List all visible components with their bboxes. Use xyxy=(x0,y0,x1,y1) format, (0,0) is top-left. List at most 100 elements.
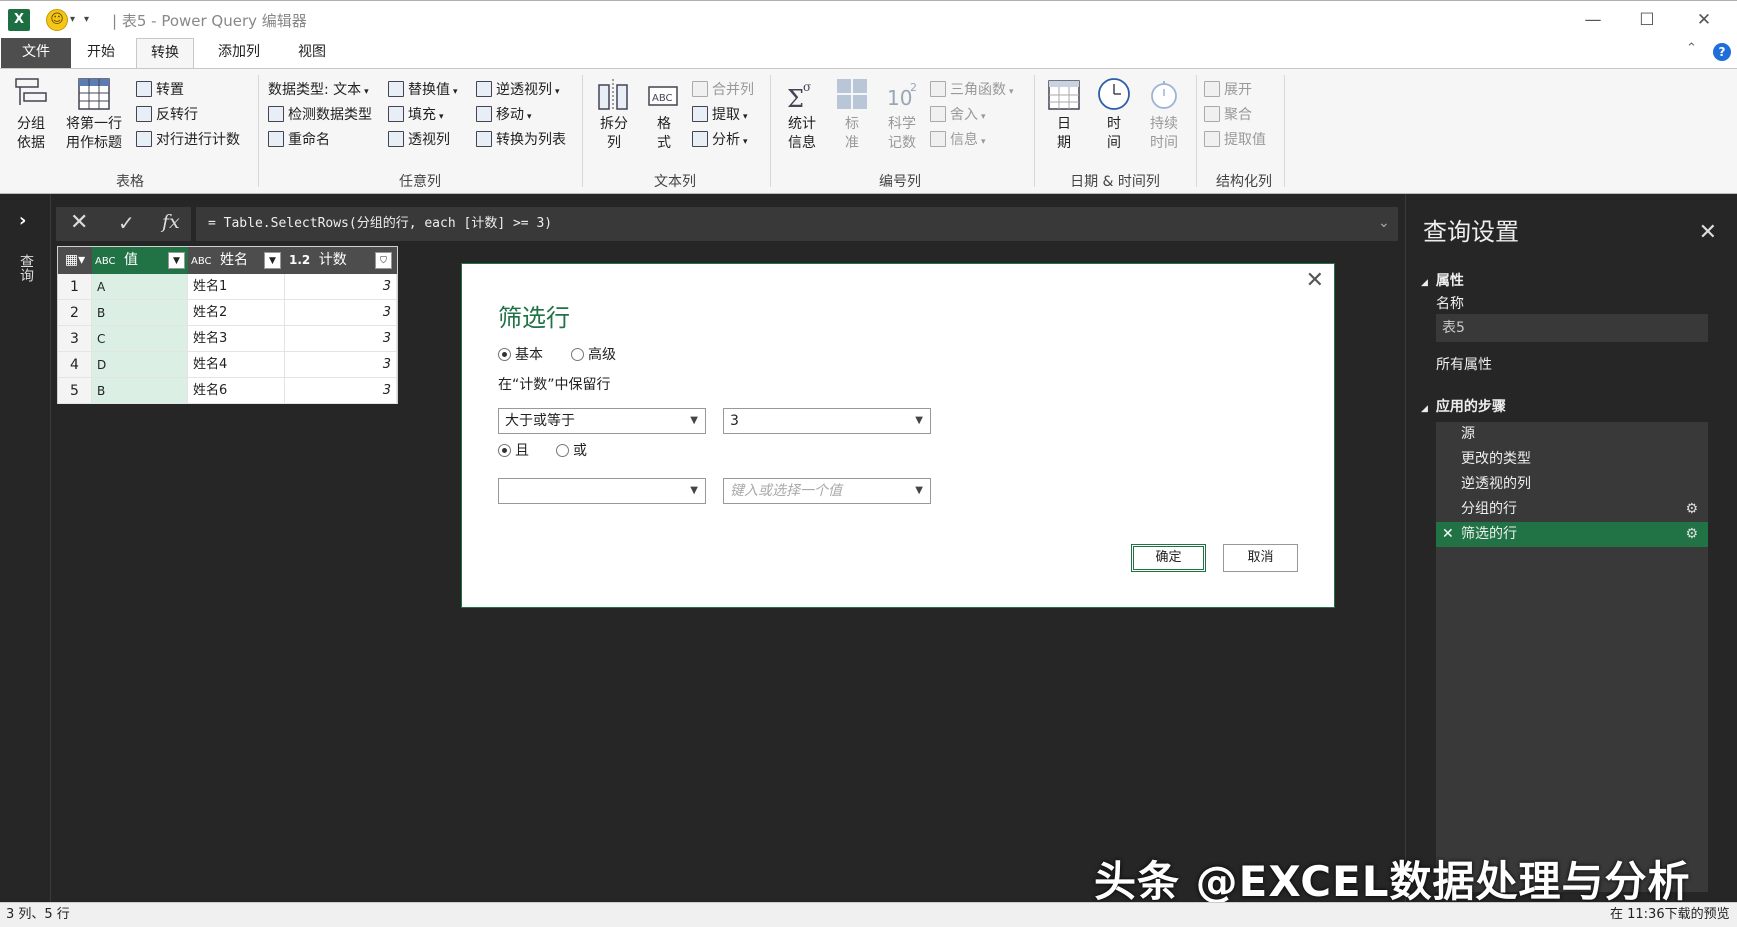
collapse-triangle-icon[interactable]: ◢ xyxy=(1421,404,1428,414)
cell-count[interactable]: 3 xyxy=(285,300,397,326)
fill-button[interactable]: 填充 ▾ xyxy=(388,104,444,124)
table-menu-icon[interactable]: ▦▾ xyxy=(58,247,92,274)
filter-active-icon[interactable]: ⛉ xyxy=(375,252,392,269)
cell-name[interactable]: 姓名3 xyxy=(188,326,285,352)
cell-count[interactable]: 3 xyxy=(285,352,397,378)
basic-radio[interactable]: 基本 xyxy=(498,344,543,364)
duration-button[interactable]: 持续 时间 xyxy=(1142,77,1186,153)
value-dropdown-2[interactable]: 键入或选择一个值 ▼ xyxy=(723,478,931,504)
feedback-dropdown-icon[interactable]: ▾ xyxy=(70,14,75,25)
cell-name[interactable]: 姓名6 xyxy=(188,378,285,404)
split-column-button[interactable]: 拆分 列 xyxy=(592,77,636,153)
data-type-dropdown[interactable]: 数据类型: 文本 ▾ xyxy=(268,79,369,99)
collapse-triangle-icon[interactable]: ◢ xyxy=(1421,278,1428,288)
table-row[interactable]: 5 B 姓名6 3 xyxy=(58,378,397,404)
tab-view[interactable]: 视图 xyxy=(284,38,340,68)
info-button[interactable]: 信息 ▾ xyxy=(930,129,986,149)
extract-values-button[interactable]: 提取值 xyxy=(1204,129,1266,149)
date-button[interactable]: 日 期 xyxy=(1044,77,1084,153)
operator-dropdown-1[interactable]: 大于或等于 ▼ xyxy=(498,408,706,434)
row-number[interactable]: 2 xyxy=(58,300,92,326)
column-header-value[interactable]: ABC 值 ▼ xyxy=(92,247,188,274)
pivot-column-button[interactable]: 透视列 xyxy=(388,129,450,149)
confirm-formula-icon[interactable]: ✓ xyxy=(118,211,135,235)
expand-button[interactable]: 展开 xyxy=(1204,79,1252,99)
query-name-input[interactable]: 表5 xyxy=(1436,314,1708,342)
tab-home[interactable]: 开始 xyxy=(73,38,129,68)
radio-selected-icon[interactable] xyxy=(498,348,511,361)
format-button[interactable]: ABC 格 式 xyxy=(644,77,684,153)
filter-dropdown-icon[interactable]: ▼ xyxy=(264,252,281,269)
table-row[interactable]: 3 C 姓名3 3 xyxy=(58,326,397,352)
decimal-type-icon[interactable]: 1.2 xyxy=(285,253,310,267)
advanced-radio[interactable]: 高级 xyxy=(571,344,616,364)
cancel-formula-icon[interactable]: ✕ xyxy=(70,210,88,235)
cell-value[interactable]: B xyxy=(92,300,188,326)
column-header-count[interactable]: 1.2 计数 ⛉ xyxy=(285,247,397,274)
move-button[interactable]: 移动 ▾ xyxy=(476,104,532,124)
extract-button[interactable]: 提取 ▾ xyxy=(692,104,748,124)
rename-button[interactable]: 重命名 xyxy=(268,129,330,149)
expand-formula-chevron-icon[interactable]: ⌄ xyxy=(1378,215,1390,231)
column-header-name[interactable]: ABC 姓名 ▼ xyxy=(188,247,285,274)
use-first-row-headers-button[interactable]: 将第一行 用作标题 xyxy=(58,77,130,153)
cell-value[interactable]: A xyxy=(92,274,188,300)
radio-selected-icon[interactable] xyxy=(498,444,511,457)
table-row[interactable]: 2 B 姓名2 3 xyxy=(58,300,397,326)
detect-data-type-button[interactable]: 检测数据类型 xyxy=(268,104,372,124)
time-button[interactable]: 时 间 xyxy=(1094,77,1134,153)
trig-button[interactable]: 三角函数 ▾ xyxy=(930,79,1014,99)
reverse-rows-button[interactable]: 反转行 xyxy=(136,104,198,124)
text-type-icon[interactable]: ABC xyxy=(92,256,116,267)
close-dialog-icon[interactable]: ✕ xyxy=(1306,268,1324,293)
standard-button[interactable]: 标 准 xyxy=(830,77,874,153)
gear-icon[interactable]: ⚙ xyxy=(1685,497,1698,522)
cell-value[interactable]: C xyxy=(92,326,188,352)
maximize-button[interactable]: ☐ xyxy=(1624,3,1670,37)
cell-name[interactable]: 姓名2 xyxy=(188,300,285,326)
applied-steps-header[interactable]: ◢ 应用的步骤 xyxy=(1421,396,1506,416)
or-radio[interactable]: 或 xyxy=(556,440,587,460)
transpose-button[interactable]: 转置 xyxy=(136,79,184,99)
smiley-feedback-icon[interactable]: ☺ xyxy=(46,9,68,31)
convert-to-list-button[interactable]: 转换为列表 xyxy=(476,129,566,149)
parse-button[interactable]: 分析 ▾ xyxy=(692,129,748,149)
quick-access-customize-icon[interactable]: ▾ xyxy=(84,14,89,25)
row-number[interactable]: 3 xyxy=(58,326,92,352)
count-rows-button[interactable]: 对行进行计数 xyxy=(136,129,240,149)
round-button[interactable]: 舍入 ▾ xyxy=(930,104,986,124)
all-properties-link[interactable]: 所有属性 xyxy=(1436,354,1492,374)
radio-icon[interactable] xyxy=(556,444,569,457)
statistics-button[interactable]: Σσ 统计 信息 xyxy=(780,77,824,153)
fx-icon[interactable]: fx xyxy=(162,211,180,233)
help-icon[interactable]: ? xyxy=(1713,43,1731,61)
gear-icon[interactable]: ⚙ xyxy=(1685,522,1698,547)
filter-dropdown-icon[interactable]: ▼ xyxy=(168,252,185,269)
row-number[interactable]: 1 xyxy=(58,274,92,300)
group-by-button[interactable]: 分组 依据 xyxy=(12,77,50,153)
step-filtered-rows[interactable]: ✕ 筛选的行 ⚙ xyxy=(1436,522,1708,547)
collapse-ribbon-icon[interactable]: ⌃ xyxy=(1686,41,1697,56)
cell-name[interactable]: 姓名4 xyxy=(188,352,285,378)
step-grouped-rows[interactable]: 分组的行 ⚙ xyxy=(1436,497,1708,522)
step-unpivoted-columns[interactable]: 逆透视的列 xyxy=(1436,472,1708,497)
aggregate-button[interactable]: 聚合 xyxy=(1204,104,1252,124)
queries-label[interactable]: 查询 xyxy=(18,254,34,282)
tab-file[interactable]: 文件 xyxy=(1,38,71,68)
delete-step-icon[interactable]: ✕ xyxy=(1442,522,1454,547)
step-changed-type[interactable]: 更改的类型 xyxy=(1436,447,1708,472)
row-number[interactable]: 5 xyxy=(58,378,92,404)
tab-add-column[interactable]: 添加列 xyxy=(204,38,274,68)
scientific-button[interactable]: 10 2 科学 记数 xyxy=(880,77,924,153)
close-pane-icon[interactable]: ✕ xyxy=(1699,220,1717,245)
properties-header[interactable]: ◢ 属性 xyxy=(1421,270,1464,290)
ok-button[interactable]: 确定 xyxy=(1131,544,1206,572)
row-number[interactable]: 4 xyxy=(58,352,92,378)
unpivot-columns-button[interactable]: 逆透视列 ▾ xyxy=(476,79,560,99)
step-source[interactable]: 源 xyxy=(1436,422,1708,447)
radio-icon[interactable] xyxy=(571,348,584,361)
cell-count[interactable]: 3 xyxy=(285,274,397,300)
cell-count[interactable]: 3 xyxy=(285,326,397,352)
cell-name[interactable]: 姓名1 xyxy=(188,274,285,300)
merge-columns-button[interactable]: 合并列 xyxy=(692,79,754,99)
